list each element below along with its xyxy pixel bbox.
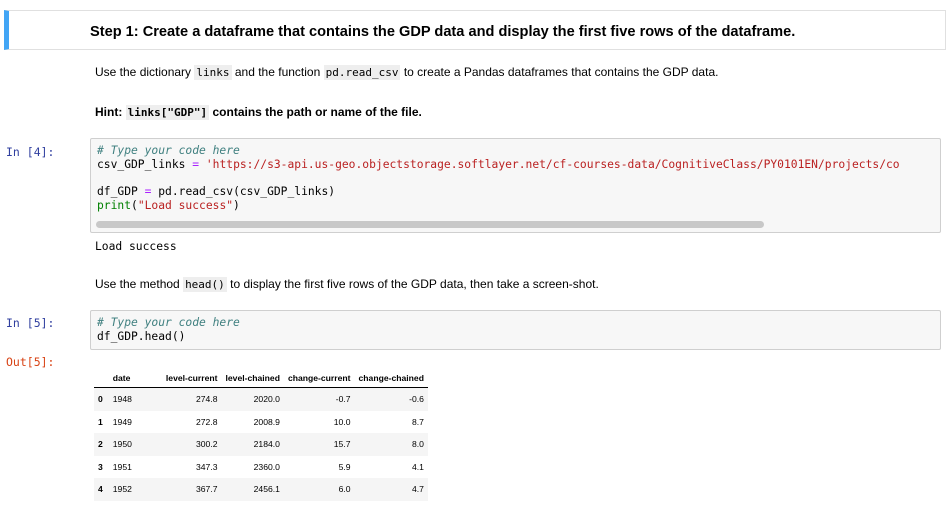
code-string-load-success: "Load success" — [137, 199, 234, 212]
cell-level-current: 274.8 — [195, 394, 218, 405]
cell-level-chained: 2020.0 — [253, 394, 280, 405]
cell-level-chained: 2456.1 — [253, 484, 280, 495]
instruction-1-text-c: to create a Pandas dataframes that conta… — [403, 65, 719, 79]
hint-line: Hint: links["GDP"] contains the path or … — [95, 105, 422, 120]
inline-code-links: links — [194, 65, 232, 80]
hint-label: Hint: — [95, 105, 123, 119]
dataframe-table: date level-current level-chained change-… — [94, 369, 428, 501]
cell-level-chained: 2008.9 — [253, 416, 280, 427]
column-header-index — [94, 369, 109, 388]
inline-code-links-gdp: links["GDP"] — [125, 105, 210, 120]
cell-4-output: Load success — [95, 240, 177, 253]
table-row: 4 1952 367.7 2456.1 6.0 4.7 — [94, 478, 428, 501]
code-paren-close: ) — [233, 199, 240, 212]
code-comment: # Type your code here — [97, 144, 240, 157]
code-operator: = — [144, 185, 152, 198]
instruction-1-text-b: and the function — [234, 65, 321, 79]
column-header-date: date — [112, 373, 131, 383]
cell-date: 1952 — [112, 484, 132, 495]
code-cell-4[interactable]: # Type your code here csv_GDP_links = 'h… — [90, 138, 941, 233]
cell-level-chained: 2184.0 — [253, 439, 280, 450]
cell-change-current: 6.0 — [338, 484, 351, 495]
cell-date: 1949 — [112, 416, 132, 427]
code-call-read-csv: pd.read_csv(csv_GDP_links) — [158, 185, 336, 198]
row-index: 3 — [98, 461, 103, 472]
cell-change-current: -0.7 — [335, 394, 351, 405]
row-index: 1 — [98, 416, 103, 427]
input-prompt-4: In [4]: — [6, 145, 55, 159]
table-row: 3 1951 347.3 2360.0 5.9 4.1 — [94, 456, 428, 479]
instruction-2: Use the method head() to display the fir… — [95, 277, 599, 292]
code-line-comment: # Type your code here — [97, 144, 240, 157]
code-line-links: csv_GDP_links = 'https://s3-api.us-geo.o… — [97, 158, 900, 171]
row-index: 2 — [98, 439, 103, 450]
cell-change-chained: 8.7 — [412, 416, 424, 427]
instruction-2-text-b: to display the first five rows of the GD… — [230, 277, 599, 291]
code-line-print: print("Load success") — [97, 199, 240, 212]
code-line-comment: # Type your code here — [97, 316, 240, 329]
cell-level-current: 347.3 — [195, 461, 218, 472]
cell-level-current: 367.7 — [195, 484, 218, 495]
cell-change-chained: 4.1 — [412, 461, 424, 472]
cell-change-chained: 4.7 — [412, 484, 424, 495]
cell-level-current: 272.8 — [195, 416, 218, 427]
cell-date: 1950 — [112, 439, 132, 450]
hint-text: contains the path or name of the file. — [212, 105, 422, 119]
cell-change-current: 5.9 — [338, 461, 351, 472]
cell-change-current: 15.7 — [333, 439, 351, 450]
table-header-row: date level-current level-chained change-… — [94, 369, 428, 388]
instruction-2-text-a: Use the method — [95, 277, 180, 291]
code-line-head: df_GDP.head() — [97, 330, 186, 343]
instruction-1: Use the dictionary links and the functio… — [95, 65, 719, 80]
code-var-df: df_GDP — [97, 185, 138, 198]
cell-change-chained: -0.6 — [409, 394, 424, 405]
code-operator: = — [192, 158, 200, 171]
cell-level-current: 300.2 — [195, 439, 218, 450]
table-row: 0 1948 274.8 2020.0 -0.7 -0.6 — [94, 387, 428, 411]
input-prompt-5: In [5]: — [6, 316, 55, 330]
cell-change-chained: 8.0 — [412, 439, 424, 450]
row-index: 4 — [98, 484, 103, 495]
cell-date: 1951 — [112, 461, 132, 472]
cell-change-current: 10.0 — [333, 416, 351, 427]
code-cell-5[interactable]: # Type your code here df_GDP.head() — [90, 310, 941, 350]
step-title: Step 1: Create a dataframe that contains… — [90, 24, 796, 40]
horizontal-scrollbar[interactable] — [96, 221, 764, 228]
cell-date: 1948 — [112, 394, 132, 405]
row-index: 0 — [98, 394, 103, 405]
inline-code-read-csv: pd.read_csv — [323, 65, 401, 80]
column-header-level-chained: level-chained — [225, 373, 280, 383]
instruction-1-text-a: Use the dictionary — [95, 65, 192, 79]
table-row: 2 1950 300.2 2184.0 15.7 8.0 — [94, 433, 428, 456]
code-comment: # Type your code here — [97, 316, 240, 329]
column-header-change-chained: change-chained — [358, 373, 424, 383]
code-string-url: 'https://s3-api.us-geo.objectstorage.sof… — [205, 158, 900, 171]
column-header-level-current: level-current — [165, 373, 218, 383]
code-paren-open: ( — [131, 199, 138, 212]
output-prompt-5: Out[5]: — [6, 355, 55, 369]
column-header-change-current: change-current — [287, 373, 351, 383]
code-line-read-csv: df_GDP = pd.read_csv(csv_GDP_links) — [97, 185, 335, 198]
table-row: 1 1949 272.8 2008.9 10.0 8.7 — [94, 411, 428, 434]
code-var-links: csv_GDP_links — [97, 158, 186, 171]
cell-level-chained: 2360.0 — [253, 461, 280, 472]
inline-code-head: head() — [183, 277, 227, 292]
code-keyword-print: print — [97, 199, 132, 212]
